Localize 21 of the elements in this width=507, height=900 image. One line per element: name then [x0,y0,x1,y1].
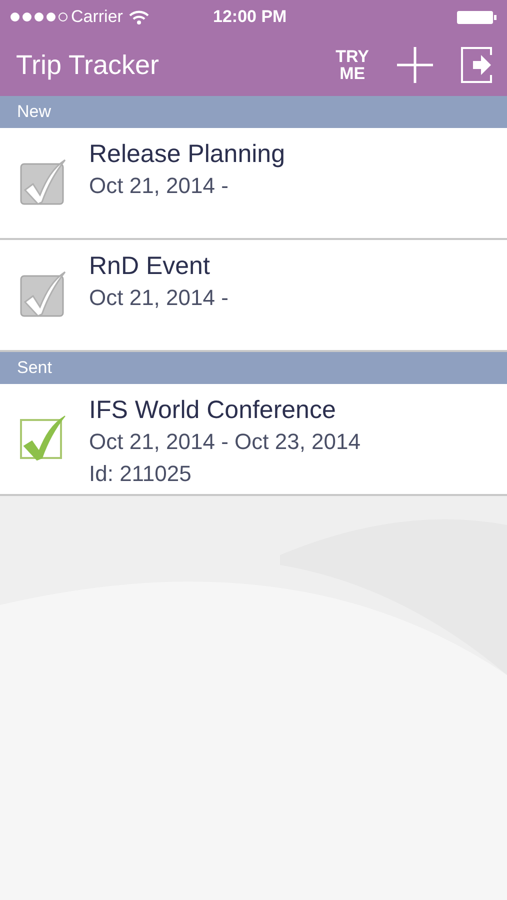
trip-row[interactable]: RnD Event Oct 21, 2014 - [0,240,507,352]
try-me-button[interactable]: TRY ME [336,48,369,82]
battery-icon [457,10,497,24]
trip-row[interactable]: Release Planning Oct 21, 2014 - [0,128,507,240]
exit-icon[interactable] [461,47,493,83]
trip-name: Release Planning [89,139,285,170]
app-title: Trip Tracker [16,48,160,82]
trip-dates: Oct 21, 2014 - [89,284,228,312]
trip-row[interactable]: IFS World Conference Oct 21, 2014 - Oct 23, 2014 Id: 211025 [0,384,507,496]
signal-icon [10,12,68,22]
clock-label: 12:00 PM [213,6,287,28]
carrier-label: Carrier [71,6,123,28]
section-header: Sent [17,357,52,380]
section-header: New [17,101,52,124]
trip-dates: Oct 21, 2014 - Oct 23, 2014 [89,428,360,456]
trip-name: IFS World Conference [89,395,337,426]
trip-id: Id: 211025 [89,460,192,488]
trip-dates: Oct 21, 2014 - [89,172,230,200]
wifi-icon [128,10,149,24]
add-icon[interactable] [397,47,433,83]
trip-name: RnD Event [89,251,211,282]
